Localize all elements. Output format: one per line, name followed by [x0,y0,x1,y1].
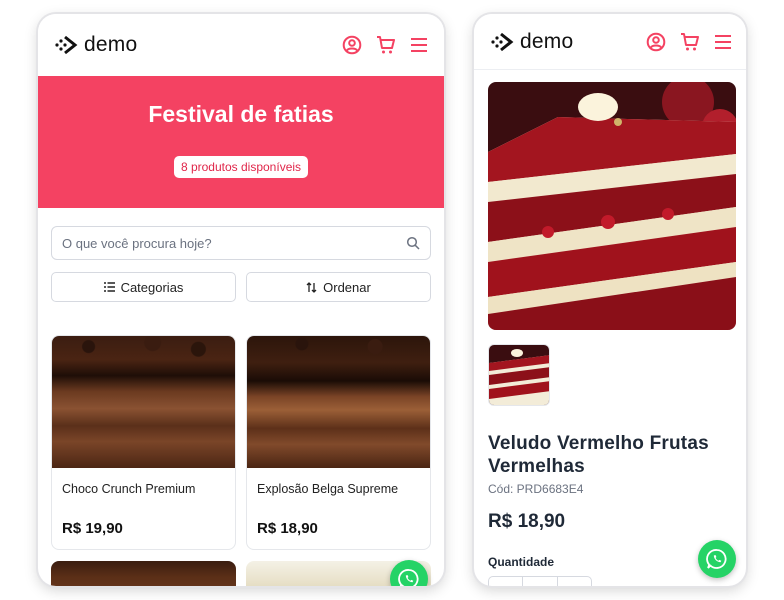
cart-icon[interactable] [680,32,700,52]
brand-logo-icon [55,35,78,55]
product-image[interactable] [247,336,430,468]
cart-icon[interactable] [376,35,396,55]
filter-bar: Categorias Ordenar [51,272,431,302]
listing-screen: demo Festival de fatias 8 produtos dispo… [38,14,444,586]
product-title: Veludo Vermelho Frutas Vermelhas [488,433,709,477]
whatsapp-icon [398,569,419,586]
list-icon [103,282,115,292]
sort-button-label: Ordenar [323,279,371,295]
sort-button[interactable]: Ordenar [246,272,431,302]
whatsapp-button[interactable] [698,540,736,578]
brand-name: demo [520,29,574,53]
page-title: Festival de fatias [148,101,334,127]
product-image[interactable] [52,336,235,468]
whatsapp-icon [706,549,727,569]
hamburger-menu-icon[interactable] [714,34,732,50]
product-thumbnail[interactable] [488,344,550,406]
product-name: Choco Crunch Premium [62,482,196,496]
quantity-stepper[interactable] [488,576,592,586]
quantity-value[interactable] [523,577,558,586]
red-velvet-cake-illustration [488,82,736,330]
product-price: R$ 18,90 [257,520,318,537]
red-velvet-cake-illustration [489,345,549,405]
search-bar [51,226,431,260]
product-count-badge: 8 produtos disponíveis [173,156,309,178]
product-card[interactable]: Explosão Belga Supreme R$ 18,90 [246,335,431,550]
product-name: Explosão Belga Supreme [257,482,399,496]
top-bar: demo [474,14,746,70]
quantity-increment-button[interactable] [558,577,591,586]
user-circle-icon[interactable] [342,35,362,55]
quantity-label: Quantidade [488,555,555,569]
brand-logo-icon [491,32,514,51]
brand-name: demo [84,33,138,56]
product-detail-screen: demo Veludo Vermelho Frutas Vermelhas Có… [474,14,746,586]
top-bar: demo [38,14,444,76]
user-circle-icon[interactable] [646,32,666,52]
search-input[interactable] [62,235,406,251]
product-price: R$ 18,90 [488,511,566,532]
hamburger-menu-icon[interactable] [410,37,428,53]
product-price: R$ 19,90 [62,520,123,537]
hero-banner: Festival de fatias 8 produtos disponívei… [38,76,444,208]
sort-arrows-icon [306,281,317,293]
product-main-image[interactable] [488,82,736,330]
brand-logo[interactable]: demo [490,30,573,54]
categories-button-label: Categorias [120,279,184,295]
product-card[interactable] [51,561,236,586]
categories-button[interactable]: Categorias [51,272,236,302]
quantity-decrement-button[interactable] [489,577,524,586]
brand-logo[interactable]: demo [54,33,137,57]
search-icon[interactable] [406,236,420,250]
product-code: Cód: PRD6683E4 [488,482,584,496]
product-card[interactable]: Choco Crunch Premium R$ 19,90 [51,335,236,550]
